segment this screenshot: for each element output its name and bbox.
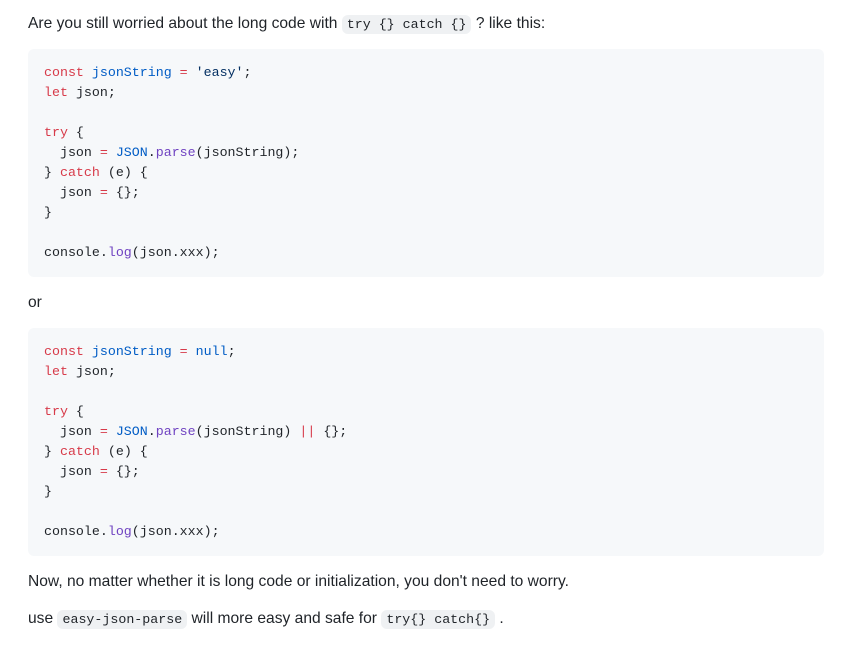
code-token [188,344,196,359]
code-token: || [299,424,315,439]
code-token: = [100,464,108,479]
code-token [84,65,92,80]
code-token: jsonString [92,65,172,80]
code-token: (json.xxx); [132,524,220,539]
outro-paragraph-2: use easy-json-parse will more easy and s… [28,607,824,630]
code-token [68,364,76,379]
code-token: json [44,145,100,160]
inline-code-easyjsonparse: easy-json-parse [57,610,187,629]
code-token: (e) { [100,444,148,459]
outro2-mid: will more easy and safe for [192,610,382,627]
code-token: ; [228,344,236,359]
code-token: { [68,125,84,140]
code-token: } [44,205,52,220]
code-token: JSON [116,145,148,160]
code-token: = [180,65,188,80]
code-token: log [108,524,132,539]
code-token: catch [60,444,100,459]
code-token: {}; [315,424,347,439]
code-token [84,344,92,359]
code-token: = [180,344,188,359]
code-token [172,65,180,80]
code-token: . [148,145,156,160]
code-token: { [68,404,84,419]
code-token: let [44,364,68,379]
code-token [108,145,116,160]
code-token: } [44,484,52,499]
code-token: {}; [108,464,140,479]
code-token: 'easy' [196,65,244,80]
code-token: parse [156,424,196,439]
code-token [188,65,196,80]
code-token: } [44,444,60,459]
code-token: = [100,145,108,160]
code-token: jsonString [92,344,172,359]
code-token: json [44,185,100,200]
code-token: (json.xxx); [132,245,220,260]
code-token: = [100,424,108,439]
code-token: try [44,125,68,140]
outro2-after: . [499,610,503,627]
code-token: (e) { [100,165,148,180]
code-token: = [100,185,108,200]
code-token: JSON [116,424,148,439]
code-token: (jsonString) [196,424,300,439]
code-token: (jsonString); [196,145,300,160]
code-token: json [44,464,100,479]
code-token: const [44,65,84,80]
intro-paragraph: Are you still worried about the long cod… [28,12,824,35]
code-token: } [44,165,60,180]
outro2-before: use [28,610,57,627]
code-token: parse [156,145,196,160]
code-token [68,85,76,100]
code-token: json; [76,85,116,100]
code-token: catch [60,165,100,180]
code-token: console. [44,245,108,260]
code-token: const [44,344,84,359]
intro-text-before: Are you still worried about the long cod… [28,15,342,32]
intro-text-after: ? like this: [476,15,545,32]
code-token [172,344,180,359]
code-token: let [44,85,68,100]
code-token: json; [76,364,116,379]
code-block-example-2: const jsonString = null; let json; try {… [28,328,824,555]
code-token: json [44,424,100,439]
code-token: . [148,424,156,439]
code-token: null [196,344,228,359]
code-block-example-1: const jsonString = 'easy'; let json; try… [28,49,824,276]
inline-code-trycatch-2: try{} catch{} [381,610,495,629]
code-token [108,424,116,439]
code-token: console. [44,524,108,539]
or-paragraph: or [28,291,824,314]
inline-code-trycatch: try {} catch {} [342,15,472,34]
code-token: ; [244,65,252,80]
code-token: {}; [108,185,140,200]
code-token: log [108,245,132,260]
outro-paragraph-1: Now, no matter whether it is long code o… [28,570,824,593]
code-token: try [44,404,68,419]
